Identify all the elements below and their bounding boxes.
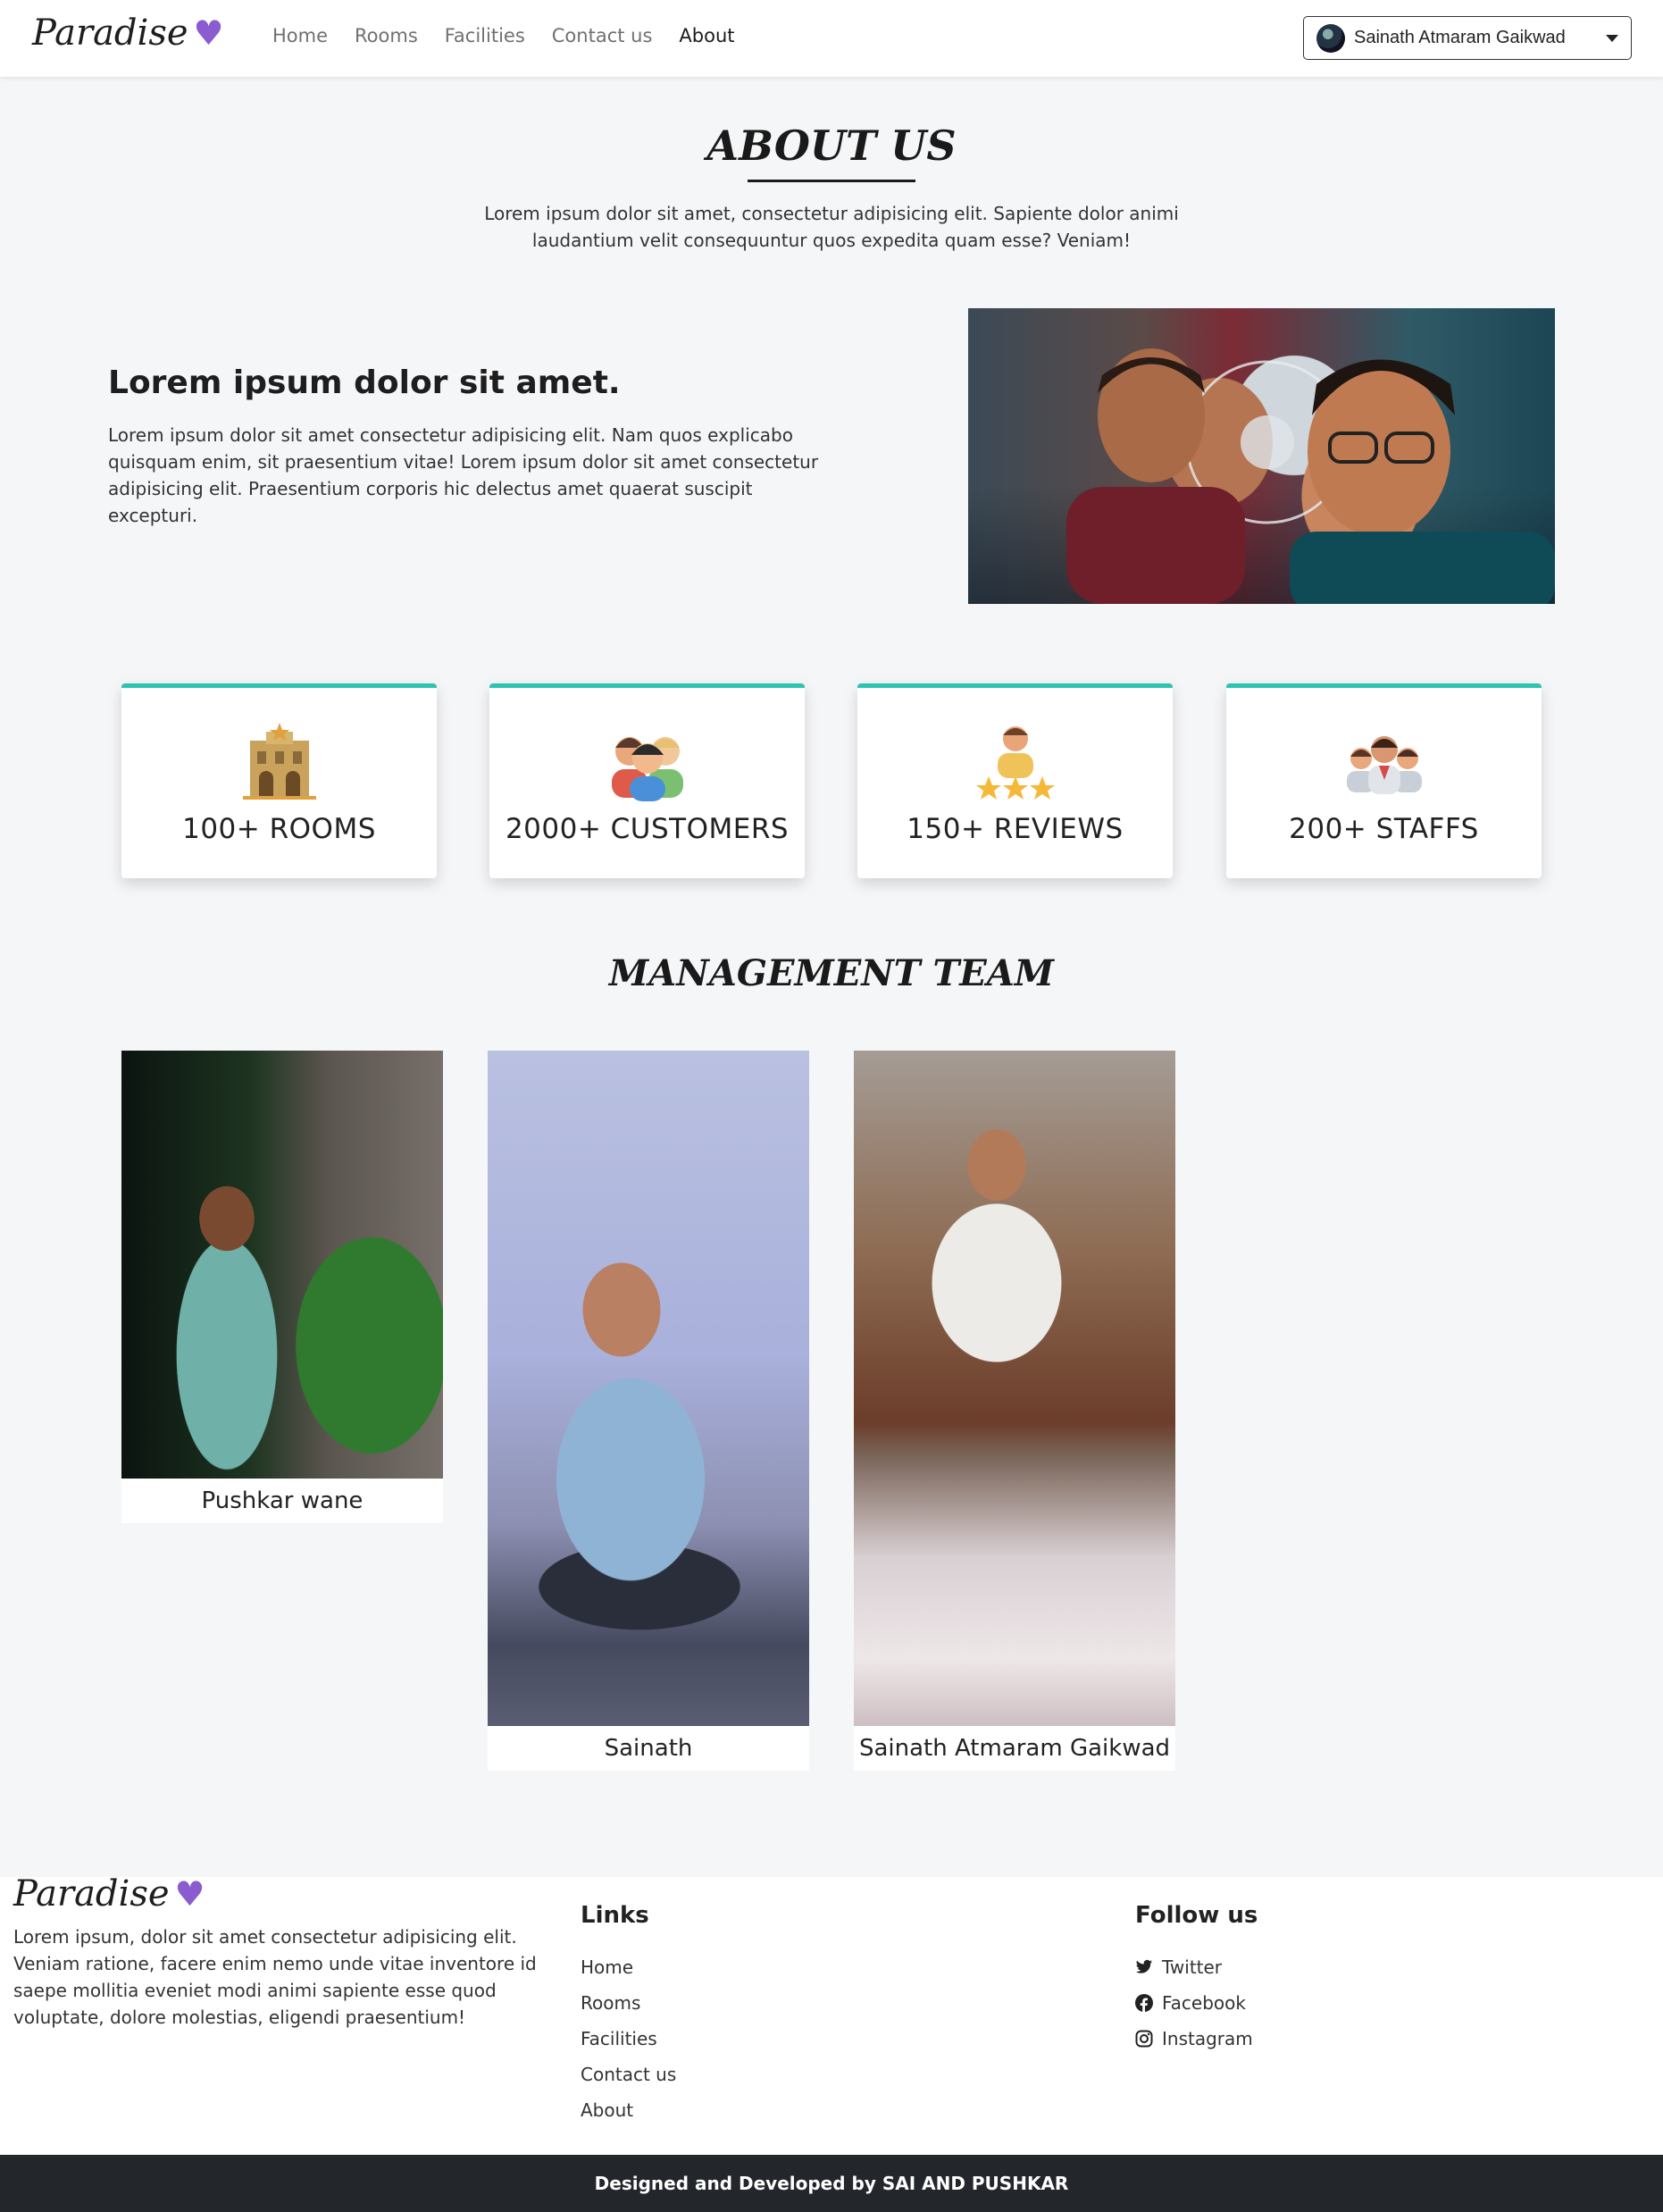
social-link-facebook[interactable]: Facebook bbox=[1135, 1985, 1253, 2021]
social-label: Facebook bbox=[1162, 1992, 1246, 2014]
social-link-instagram[interactable]: Instagram bbox=[1135, 2021, 1253, 2057]
intro-text: Lorem ipsum dolor sit amet consectetur a… bbox=[108, 424, 819, 526]
facebook-icon bbox=[1135, 1994, 1153, 2012]
stat-label: 150+ REVIEWS bbox=[907, 813, 1124, 845]
heart-icon: ♥ bbox=[193, 13, 224, 53]
footer-social-list: Twitter Facebook Instagram bbox=[1135, 1949, 1253, 2057]
hotel-building-icon bbox=[121, 720, 437, 802]
title-underline bbox=[748, 180, 915, 182]
footer-credit-bar: Designed and Developed by SAI AND PUSHKA… bbox=[0, 2155, 1663, 2212]
footer-link-home[interactable]: Home bbox=[581, 1949, 676, 1985]
footer-brand-name: Paradise bbox=[13, 1873, 170, 1915]
reviewer-stars-icon bbox=[857, 720, 1173, 802]
social-link-twitter[interactable]: Twitter bbox=[1135, 1949, 1253, 1985]
twitter-icon bbox=[1135, 1958, 1153, 1976]
customers-group-icon bbox=[489, 720, 805, 802]
management-title: MANAGEMENT TEAM bbox=[608, 952, 1055, 994]
footer-links-list: Home Rooms Facilities Contact us About bbox=[581, 1949, 676, 2128]
stat-card-customers: 2000+ CUSTOMERS bbox=[489, 683, 805, 878]
about-photo-art bbox=[1066, 348, 1555, 604]
about-lead-text: Lorem ipsum dolor sit amet, consectetur … bbox=[484, 203, 1179, 251]
user-menu-button[interactable]: Sainath Atmaram Gaikwad bbox=[1303, 16, 1632, 60]
photo-sainath-atmaram bbox=[854, 1051, 1175, 1726]
footer-link-about[interactable]: About bbox=[581, 2092, 676, 2128]
instagram-icon bbox=[1135, 2030, 1153, 2048]
caret-down-icon bbox=[1606, 34, 1618, 42]
staff-team-icon bbox=[1226, 720, 1542, 802]
photo-sainath bbox=[488, 1051, 809, 1726]
footer-follow-heading: Follow us bbox=[1135, 1902, 1258, 1929]
user-name: Sainath Atmaram Gaikwad bbox=[1354, 28, 1566, 47]
member-name: Sainath bbox=[604, 1735, 693, 1762]
about-photo bbox=[968, 308, 1555, 604]
stat-card-reviews: 150+ REVIEWS bbox=[857, 683, 1173, 878]
footer-links-heading: Links bbox=[581, 1902, 649, 1929]
footer-link-facilities[interactable]: Facilities bbox=[581, 2021, 676, 2057]
team-card-pushkar: Pushkar wane bbox=[121, 1051, 443, 1523]
stat-card-rooms: 100+ ROOMS bbox=[121, 683, 437, 878]
social-label: Instagram bbox=[1162, 2028, 1253, 2049]
social-label: Twitter bbox=[1162, 1956, 1223, 1978]
member-name: Sainath Atmaram Gaikwad bbox=[858, 1735, 1171, 1762]
nav-link-rooms[interactable]: Rooms bbox=[355, 25, 418, 46]
stat-label: 100+ ROOMS bbox=[182, 813, 376, 845]
stat-card-staffs: 200+ STAFFS bbox=[1226, 683, 1542, 878]
footer-brand-logo[interactable]: Paradise ♥ bbox=[13, 1873, 205, 1915]
photo-pushkar bbox=[121, 1051, 443, 1479]
avatar bbox=[1316, 23, 1345, 53]
footer-credit: Designed and Developed by SAI AND PUSHKA… bbox=[594, 2173, 1069, 2194]
stat-label: 200+ STAFFS bbox=[1289, 813, 1479, 845]
nav-link-about[interactable]: About bbox=[679, 25, 734, 46]
brand-logo[interactable]: Paradise ♥ bbox=[32, 13, 224, 54]
navbar: Paradise ♥ Home Rooms Facilities Contact… bbox=[0, 0, 1663, 77]
page-title: ABOUT US bbox=[706, 121, 957, 170]
nav-link-facilities[interactable]: Facilities bbox=[445, 25, 525, 46]
stat-label: 2000+ CUSTOMERS bbox=[505, 813, 790, 845]
footer-link-rooms[interactable]: Rooms bbox=[581, 1985, 676, 2021]
nav-links: Home Rooms Facilities Contact us About bbox=[272, 25, 735, 46]
team-card-sainath-atmaram: Sainath Atmaram Gaikwad bbox=[854, 1051, 1175, 1771]
intro-heading: Lorem ipsum dolor sit amet. bbox=[108, 364, 621, 401]
team-card-sainath: Sainath bbox=[488, 1051, 809, 1771]
footer-description: Lorem ipsum, dolor sit amet consectetur … bbox=[13, 1926, 537, 2028]
brand-name: Paradise bbox=[32, 13, 188, 54]
nav-link-contact[interactable]: Contact us bbox=[552, 25, 653, 46]
heart-icon: ♥ bbox=[174, 1874, 205, 1914]
member-name: Pushkar wane bbox=[201, 1487, 364, 1514]
footer-link-contact[interactable]: Contact us bbox=[581, 2057, 676, 2092]
nav-link-home[interactable]: Home bbox=[272, 25, 328, 46]
